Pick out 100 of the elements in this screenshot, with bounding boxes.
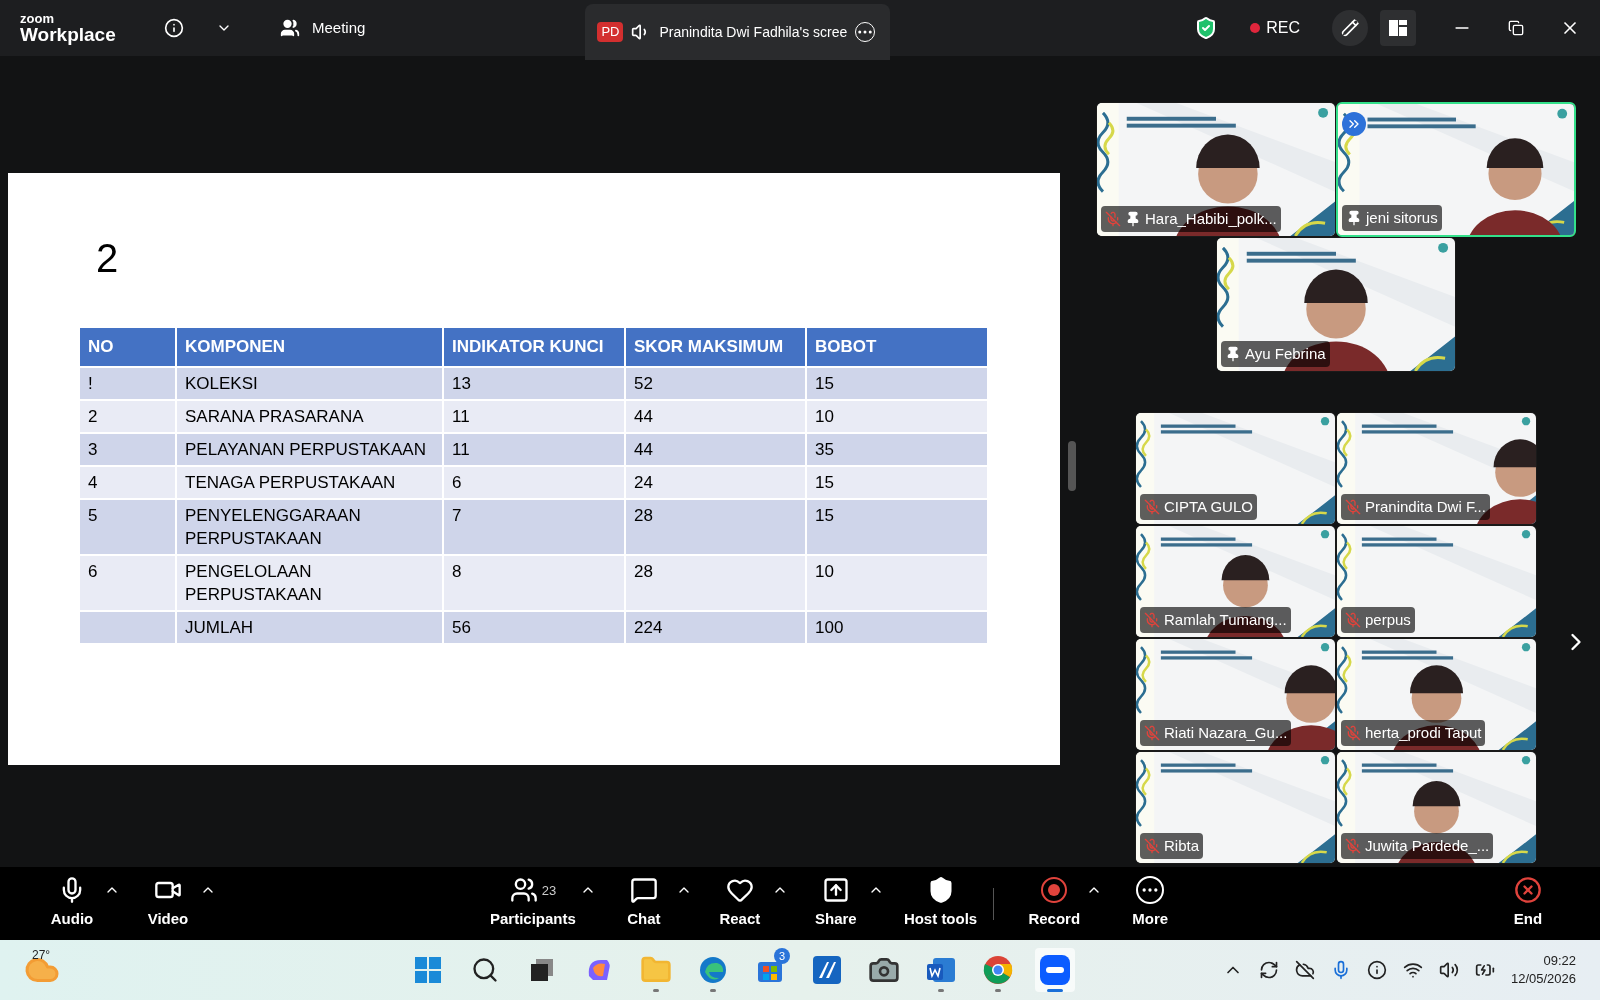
video-tile[interactable]: Riati Nazara_Gu... <box>1135 638 1336 751</box>
participant-name: herta_prodi Taput <box>1365 722 1482 743</box>
audio-button[interactable]: Audio <box>40 876 104 931</box>
muted-mic-icon <box>1345 498 1361 515</box>
clock-time[interactable]: 09:22 <box>1543 952 1576 970</box>
table-cell: 6 <box>80 554 176 611</box>
annotate-icon[interactable] <box>1332 10 1368 46</box>
muted-mic-icon <box>1345 611 1361 628</box>
table-cell: TENAGA PERPUSTAKAAN <box>176 465 443 499</box>
table-cell: KOLEKSI <box>176 366 443 400</box>
column-header: KOMPONEN <box>176 328 443 367</box>
sync-icon[interactable] <box>1258 960 1279 980</box>
resize-handle[interactable] <box>1068 441 1076 491</box>
search-icon <box>471 956 499 984</box>
logo: Workplace <box>20 25 117 44</box>
participant-name: Ayu Febrina <box>1245 343 1326 364</box>
presenter-badge: PD <box>597 22 624 42</box>
table-cell: 44 <box>625 399 806 433</box>
recording-indicator[interactable]: REC <box>1250 16 1300 40</box>
table-cell: SARANA PRASARANA <box>176 399 443 433</box>
cloud-off-icon[interactable] <box>1294 960 1315 980</box>
video-tile[interactable]: Ayu Febrina <box>1216 237 1456 372</box>
table-cell: JUMLAH <box>176 610 443 643</box>
video-tile[interactable]: Juwita Pardede_... <box>1336 751 1537 864</box>
column-header: BOBOT <box>806 328 988 367</box>
layout-icon[interactable] <box>1380 10 1416 46</box>
chrome-icon <box>982 954 1014 986</box>
muted-mic-icon <box>1144 611 1160 628</box>
video-tile[interactable]: perpus <box>1336 525 1537 638</box>
logo-small: zoom <box>20 12 55 25</box>
table-cell: 2 <box>80 399 176 433</box>
chat-button[interactable]: Chat <box>611 876 676 931</box>
react-button[interactable]: React <box>707 876 772 931</box>
table-cell: 5 <box>80 498 176 555</box>
table-cell: 224 <box>625 610 806 643</box>
table-cell: 10 <box>806 399 988 433</box>
app-icon <box>811 954 843 986</box>
table-cell: 10 <box>806 554 988 611</box>
more-icon <box>1136 876 1165 905</box>
table-cell: PENYELENGGARAAN PERPUSTAKAAN <box>176 498 443 555</box>
windows-icon <box>414 956 442 984</box>
zoom-icon <box>1039 954 1071 986</box>
participant-name: Pranindita Dwi F... <box>1365 496 1486 517</box>
table-cell: 28 <box>625 498 806 555</box>
table-cell: PENGELOLAAN PERPUSTAKAAN <box>176 554 443 611</box>
table-cell: 24 <box>625 465 806 499</box>
wifi-icon[interactable] <box>1402 960 1423 980</box>
share-icon <box>821 876 850 905</box>
muted-mic-icon <box>1144 498 1160 515</box>
share-button[interactable]: Share <box>803 876 868 931</box>
taskbar-app[interactable]: 3 <box>750 948 790 992</box>
table-cell: 11 <box>443 432 625 466</box>
clock-date[interactable]: 12/05/2026 <box>1510 970 1576 988</box>
table-cell: 52 <box>625 366 806 400</box>
table-cell: 11 <box>443 399 625 433</box>
notification-icon[interactable] <box>1366 960 1387 980</box>
participants-icon <box>509 876 538 905</box>
table-cell: 8 <box>443 554 625 611</box>
end-button[interactable]: End <box>1496 876 1560 931</box>
participant-name: Ribta <box>1164 835 1200 856</box>
table-cell: 44 <box>625 432 806 466</box>
pin-icon <box>1346 209 1362 226</box>
muted-mic-icon <box>1105 210 1121 227</box>
pin-icon <box>1225 345 1241 362</box>
meeting-button[interactable]: Meeting <box>280 16 366 40</box>
table-cell: 6 <box>443 465 625 499</box>
edge-icon <box>697 954 729 986</box>
muted-mic-icon <box>1345 837 1361 854</box>
share-tab[interactable]: PD Pranindita Dwi Fadhila's scree <box>585 4 891 60</box>
end-icon <box>1514 876 1542 905</box>
running-indicator <box>710 989 716 992</box>
video-tile[interactable]: jeni sitorus <box>1336 102 1576 237</box>
running-indicator <box>995 989 1001 992</box>
table-cell: PELAYANAN PERPUSTAKAAN <box>176 432 443 466</box>
table-cell: 7 <box>443 498 625 555</box>
table-cell: 28 <box>625 554 806 611</box>
video-tile[interactable]: CIPTA GULO <box>1135 412 1336 525</box>
video-tile[interactable]: Ribta <box>1135 751 1336 864</box>
record-button[interactable]: Record <box>1022 876 1087 931</box>
participant-name: Riati Nazara_Gu... <box>1164 722 1288 743</box>
pin-icon <box>1125 210 1141 227</box>
video-button[interactable]: Video <box>136 876 200 931</box>
video-tile[interactable]: Pranindita Dwi F... <box>1336 412 1537 525</box>
muted-mic-icon <box>1144 724 1160 741</box>
video-tile[interactable]: herta_prodi Taput <box>1336 638 1537 751</box>
participants-button[interactable]: 23 Participants <box>486 876 580 931</box>
participant-name: Juwita Pardede_... <box>1365 835 1490 856</box>
table-cell: 15 <box>806 366 988 400</box>
volume-icon[interactable] <box>1438 960 1459 980</box>
host-button[interactable]: Host tools <box>899 876 982 931</box>
restore-icon[interactable] <box>1508 20 1524 36</box>
heart-icon <box>725 876 754 905</box>
more-button[interactable]: More <box>1118 876 1183 931</box>
video-tile[interactable]: Ramlah Tumang... <box>1135 525 1336 638</box>
table-cell: 35 <box>806 432 988 466</box>
table-cell: 15 <box>806 498 988 555</box>
info-icon[interactable] <box>164 18 184 38</box>
video-tile[interactable]: Hara_Habibi_polk... <box>1096 102 1336 237</box>
participant-name: CIPTA GULO <box>1164 496 1253 517</box>
muted-mic-icon <box>1144 837 1160 854</box>
